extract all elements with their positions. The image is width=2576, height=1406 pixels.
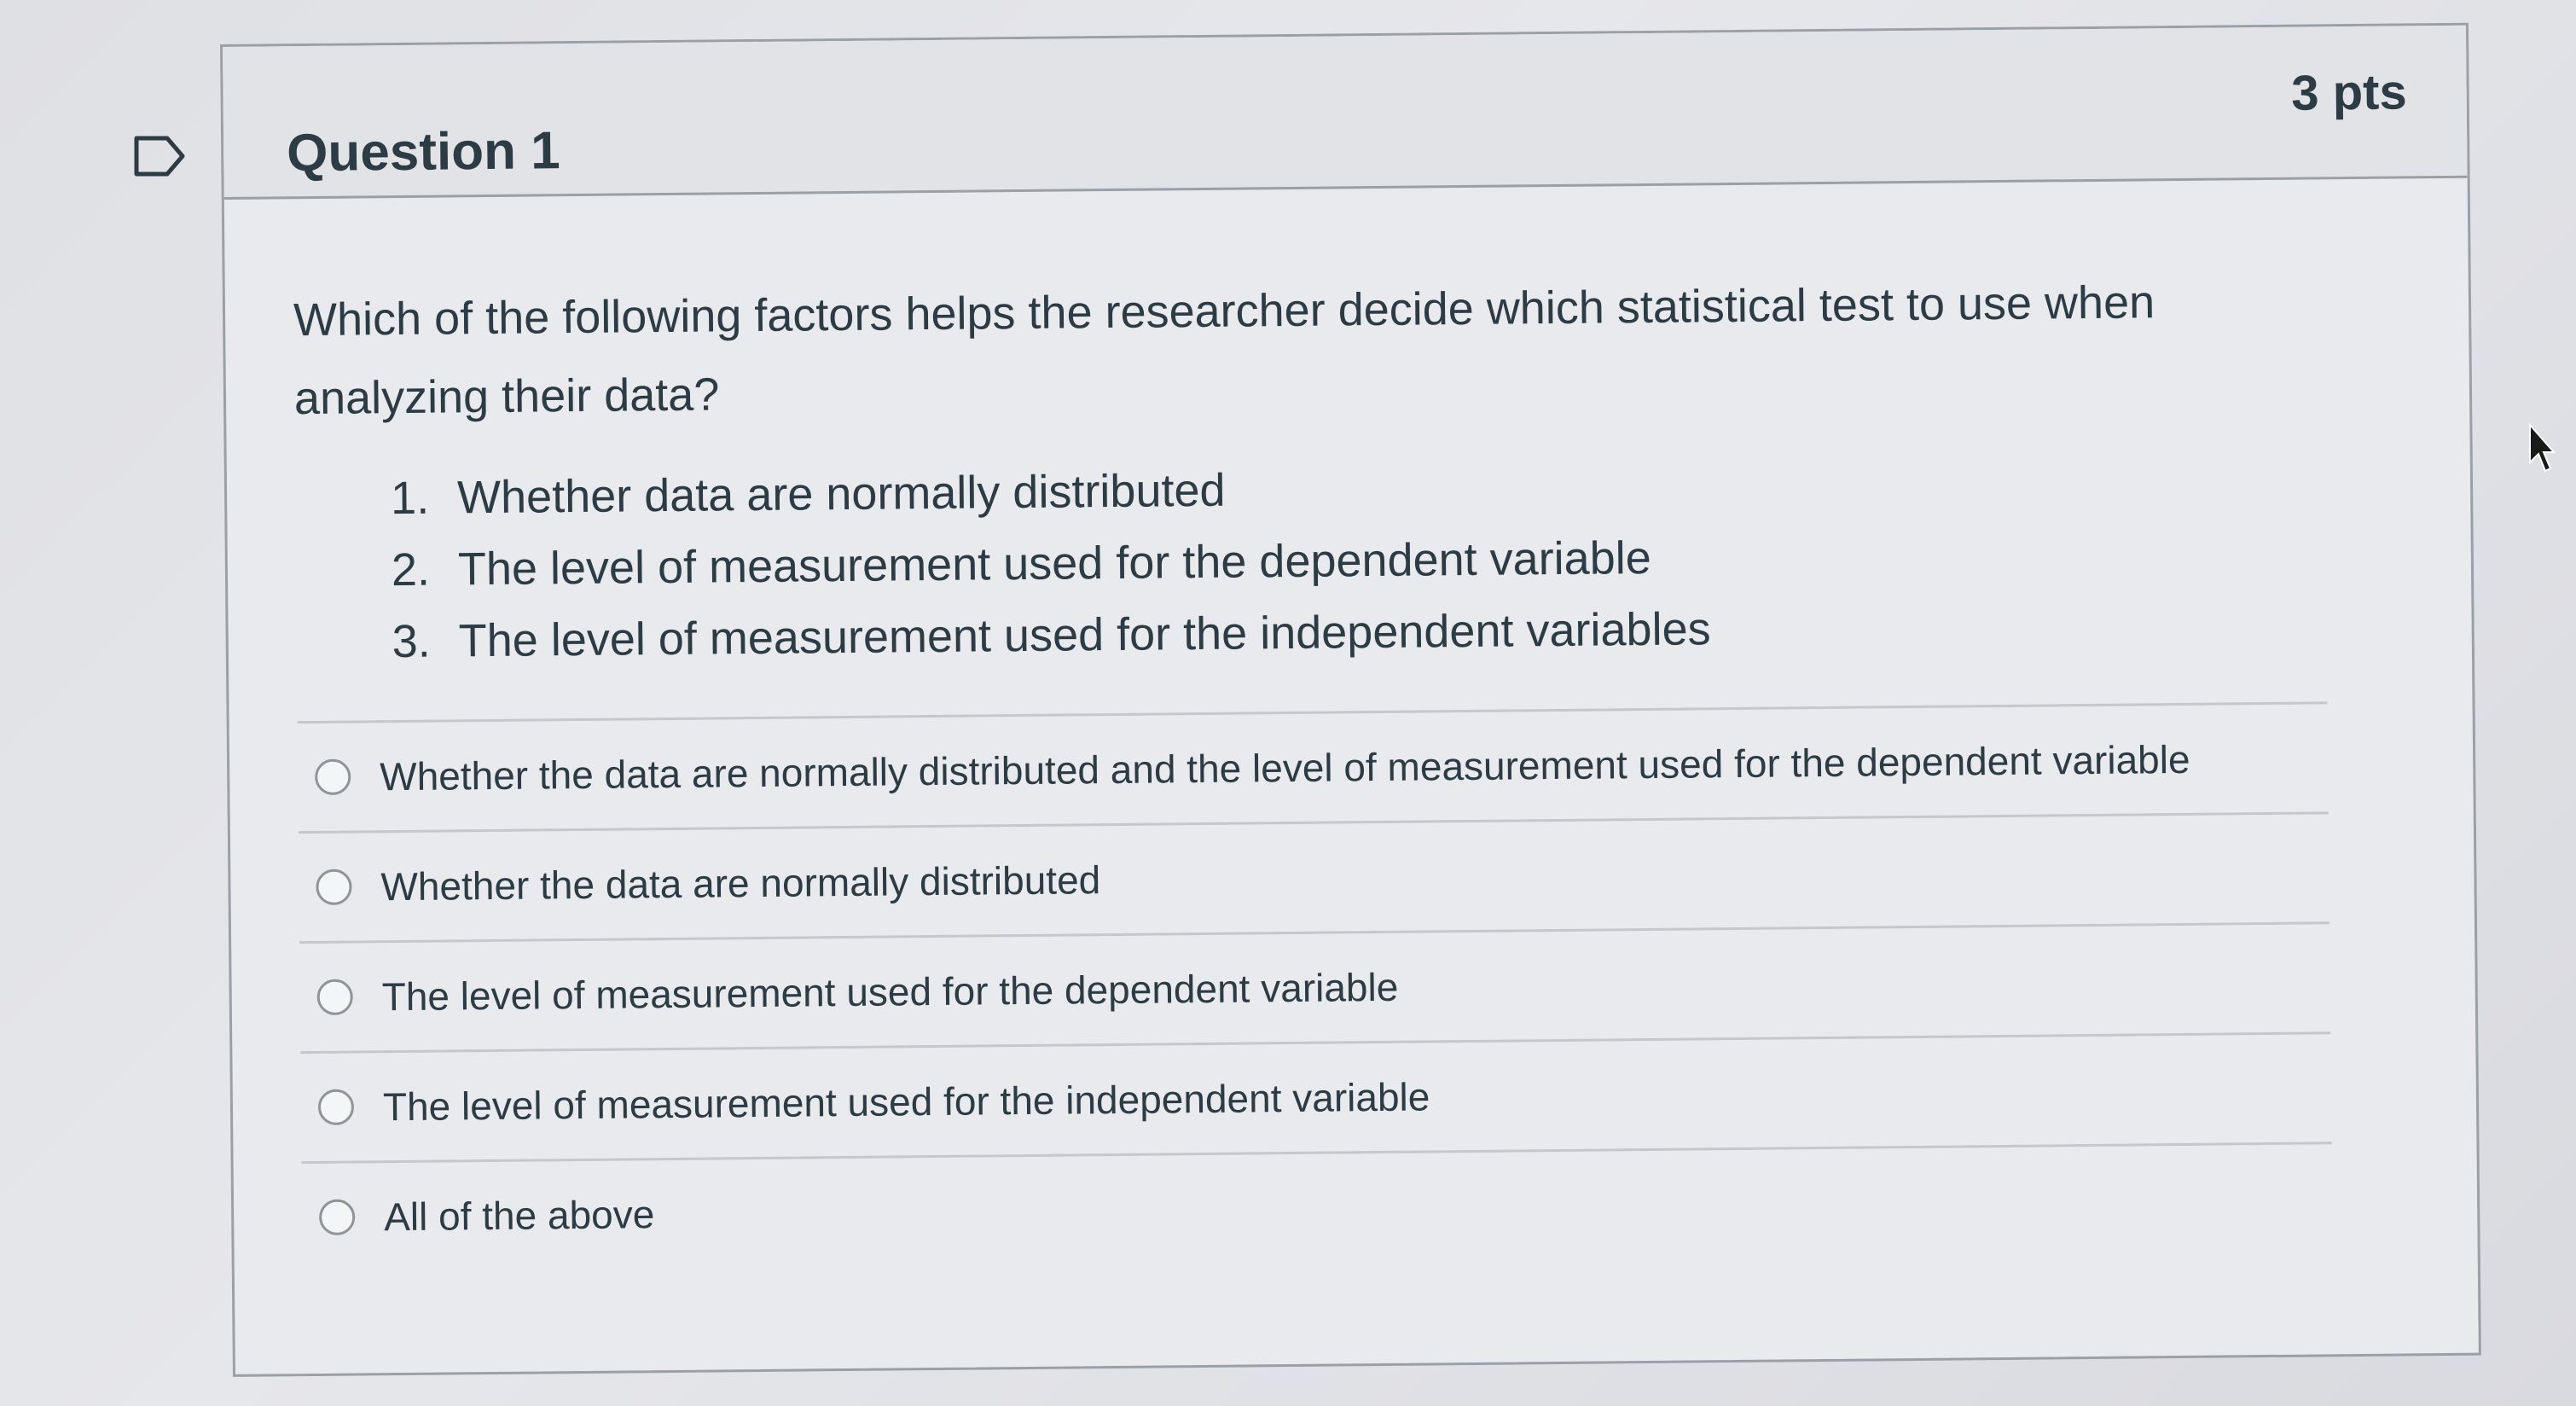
answer-label: Whether the data are normally distribute… [380, 857, 1101, 909]
answer-label: The level of measurement used for the in… [382, 1074, 1430, 1130]
answer-option[interactable]: Whether the data are normally distribute… [298, 814, 2330, 944]
factor-text: The level of measurement used for the in… [458, 603, 1711, 667]
factor-text: Whether data are normally distributed [456, 464, 1226, 524]
factor-list: 1. Whether data are normally distributed … [295, 443, 2404, 678]
question-card: Question 1 3 pts Which of the following … [220, 22, 2481, 1377]
factor-text: The level of measurement used for the de… [457, 532, 1652, 596]
answer-label: Whether the data are normally distribute… [379, 736, 2190, 799]
answer-option[interactable]: Whether the data are normally distribute… [297, 704, 2329, 834]
answer-list: Whether the data are normally distribute… [297, 701, 2333, 1272]
question-title: Question 1 [286, 121, 560, 183]
question-prompt: Which of the following factors helps the… [293, 276, 2155, 425]
flag-question-icon[interactable] [133, 135, 186, 177]
radio-button[interactable] [316, 979, 353, 1015]
radio-button[interactable] [319, 1199, 356, 1235]
answer-option[interactable]: The level of measurement used for the de… [299, 924, 2331, 1054]
factor-number: 2. [391, 543, 431, 596]
radio-button[interactable] [315, 758, 351, 795]
factor-number: 1. [390, 472, 430, 525]
answer-option[interactable]: The level of measurement used for the in… [300, 1034, 2332, 1165]
radio-button[interactable] [316, 869, 352, 905]
factor-number: 3. [392, 615, 432, 668]
radio-button[interactable] [317, 1089, 355, 1125]
question-points: 3 pts [2290, 64, 2407, 121]
answer-label: All of the above [383, 1192, 655, 1240]
question-body: Which of the following factors helps the… [224, 178, 2478, 1272]
answer-label: The level of measurement used for the de… [381, 964, 1399, 1020]
mouse-pointer-icon [2527, 422, 2556, 474]
question-header: Question 1 3 pts [223, 25, 2468, 200]
answer-option[interactable]: All of the above [302, 1144, 2333, 1271]
